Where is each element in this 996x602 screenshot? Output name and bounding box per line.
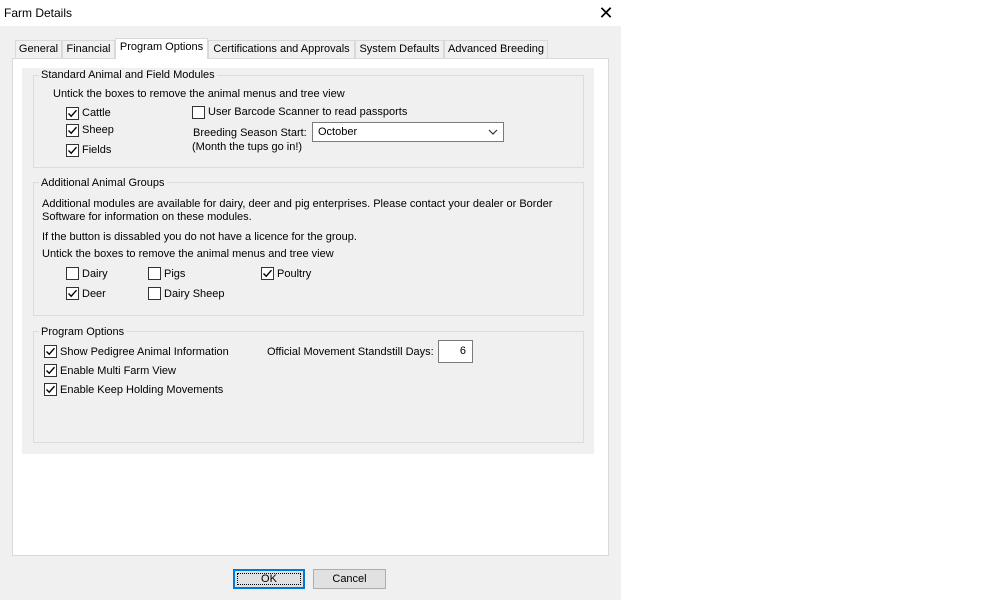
- poultry-checkbox[interactable]: [261, 267, 274, 280]
- additional-groups-instruction: Untick the boxes to remove the animal me…: [42, 248, 334, 260]
- cattle-checkbox[interactable]: [66, 107, 79, 120]
- additional-groups-info-line1: Additional modules are available for dai…: [42, 198, 553, 210]
- barcode-scanner-label: User Barcode Scanner to read passports: [208, 106, 408, 118]
- focus-rectangle: [237, 573, 301, 585]
- standstill-days-input[interactable]: 6: [438, 340, 473, 363]
- licence-note: If the button is dissabled you do not ha…: [42, 231, 357, 243]
- tab-financial[interactable]: Financial: [62, 40, 115, 58]
- dairy-sheep-checkbox[interactable]: [148, 287, 161, 300]
- cattle-label: Cattle: [82, 107, 111, 119]
- breeding-season-value: October: [318, 126, 358, 138]
- multi-farm-label: Enable Multi Farm View: [60, 365, 176, 377]
- standard-modules-title: Standard Animal and Field Modules: [39, 69, 217, 81]
- close-icon[interactable]: ✕: [596, 4, 616, 22]
- tab-certifications-and-approvals[interactable]: Certifications and Approvals: [208, 40, 355, 58]
- ok-button[interactable]: OK: [233, 569, 305, 589]
- dairy-label: Dairy: [82, 268, 108, 280]
- keep-holding-label: Enable Keep Holding Movements: [60, 384, 224, 396]
- breeding-season-note: (Month the tups go in!): [192, 141, 303, 153]
- barcode-scanner-checkbox[interactable]: [192, 106, 205, 119]
- dairy-checkbox[interactable]: [66, 267, 79, 280]
- pigs-label: Pigs: [164, 268, 186, 280]
- dairy-sheep-label: Dairy Sheep: [164, 288, 225, 300]
- program-options-title: Program Options: [39, 326, 127, 338]
- fields-checkbox[interactable]: [66, 144, 79, 157]
- multi-farm-checkbox[interactable]: [44, 364, 57, 377]
- standstill-days-label: Official Movement Standstill Days:: [267, 346, 434, 358]
- deer-label: Deer: [82, 288, 106, 300]
- title-bar: [0, 0, 621, 26]
- breeding-season-select[interactable]: October: [312, 122, 504, 142]
- sheep-checkbox[interactable]: [66, 124, 79, 137]
- standard-modules-instruction: Untick the boxes to remove the animal me…: [53, 88, 345, 100]
- additional-groups-title: Additional Animal Groups: [39, 177, 167, 189]
- fields-label: Fields: [82, 144, 112, 156]
- pedigree-checkbox[interactable]: [44, 345, 57, 358]
- tab-program-options[interactable]: Program Options: [115, 38, 208, 59]
- tab-general[interactable]: General: [15, 40, 62, 58]
- cancel-button[interactable]: Cancel: [313, 569, 386, 589]
- pedigree-label: Show Pedigree Animal Information: [60, 346, 229, 358]
- deer-checkbox[interactable]: [66, 287, 79, 300]
- keep-holding-checkbox[interactable]: [44, 383, 57, 396]
- tab-advanced-breeding[interactable]: Advanced Breeding: [444, 40, 548, 58]
- pigs-checkbox[interactable]: [148, 267, 161, 280]
- poultry-label: Poultry: [277, 268, 312, 280]
- tab-system-defaults[interactable]: System Defaults: [355, 40, 444, 58]
- window-title: Farm Details: [4, 6, 73, 20]
- additional-groups-info-line2: Software for information on these module…: [42, 211, 252, 223]
- breeding-season-label: Breeding Season Start:: [193, 127, 307, 139]
- chevron-down-icon: [488, 127, 498, 140]
- sheep-label: Sheep: [82, 124, 114, 136]
